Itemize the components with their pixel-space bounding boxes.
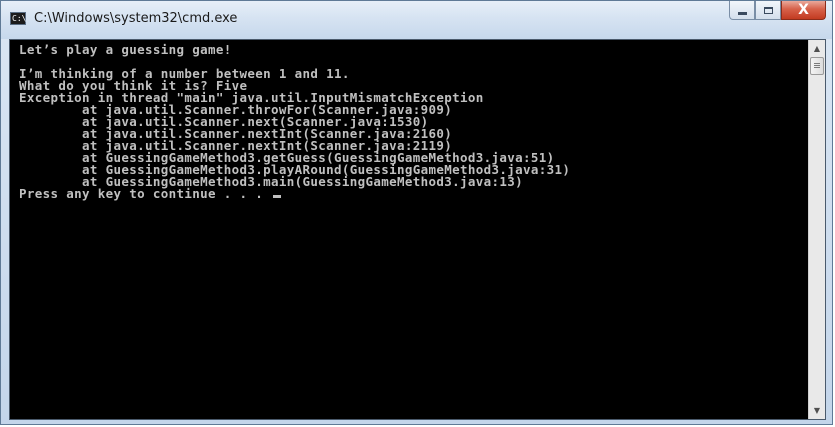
console-line: Let’s play a guessing game!	[19, 42, 232, 57]
close-button[interactable]: X	[781, 1, 826, 20]
console-window: C:\ C:\Windows\system32\cmd.exe X Let’s …	[0, 0, 833, 425]
scroll-thumb[interactable]	[810, 57, 824, 75]
window-controls: X	[729, 1, 826, 21]
minimize-button[interactable]	[729, 1, 755, 20]
scroll-down-arrow-icon[interactable]: ▼	[809, 402, 825, 419]
maximize-icon	[763, 6, 773, 14]
grip-icon	[814, 63, 820, 64]
scroll-up-arrow-icon[interactable]: ▲	[809, 40, 825, 57]
console-prompt-text: Press any key to continue . . .	[19, 186, 272, 201]
cmd-app-icon[interactable]: C:\	[10, 12, 26, 25]
console-client-area: Let’s play a guessing game! I’m thinking…	[9, 39, 826, 420]
vertical-scrollbar[interactable]: ▲ ▼	[808, 40, 825, 419]
console-prompt-line: Press any key to continue . . .	[19, 186, 808, 201]
minimize-icon	[737, 11, 747, 15]
window-title: C:\Windows\system32\cmd.exe	[34, 11, 238, 26]
title-bar[interactable]: C:\ C:\Windows\system32\cmd.exe X	[1, 1, 832, 39]
console-output[interactable]: Let’s play a guessing game! I’m thinking…	[10, 40, 808, 419]
close-icon: X	[798, 2, 809, 18]
text-cursor	[273, 195, 282, 198]
maximize-button[interactable]	[755, 1, 781, 20]
